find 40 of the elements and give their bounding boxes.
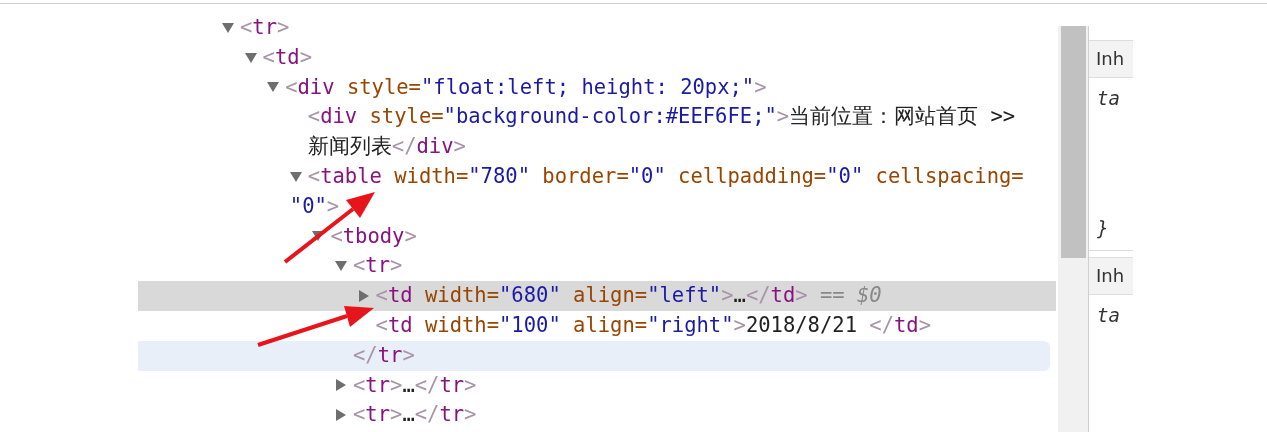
code-line: 新闻列表</div>: [307, 133, 467, 161]
tree-row[interactable]: <tr>…</tr>: [138, 400, 1056, 431]
tree-row[interactable]: <tbody>: [138, 221, 1056, 252]
section-header: Inh: [1089, 40, 1133, 78]
tree-row[interactable]: <td>: [138, 42, 1056, 73]
collapsed-triangle-icon[interactable]: [335, 379, 347, 392]
tree-row[interactable]: <td width="680" align="left">…</td> == $0: [138, 281, 1056, 311]
code-line: <table width="780" border="0" cellpadding="0" cellspacing=: [307, 163, 1024, 190]
style-selector: ta: [1096, 86, 1121, 111]
tree-row[interactable]: <div style="background-color:#EEF6FE;">当前位置：网站首页 >> 新闻列表</div>: [138, 102, 1056, 162]
expanded-triangle-icon[interactable]: [335, 260, 347, 273]
tree-row[interactable]: <tr>…</tr>: [138, 370, 1056, 401]
expanded-triangle-icon[interactable]: [244, 51, 257, 64]
tree-row[interactable]: <tr>: [138, 251, 1056, 282]
expanded-triangle-icon[interactable]: [267, 81, 280, 94]
style-brace: }: [1096, 216, 1110, 241]
code-line: <div style="background-color:#EEF6FE;">当前位置：网站首页 >>: [307, 103, 1016, 131]
style-selector: ta: [1096, 303, 1121, 328]
tree-row[interactable]: </tr>: [138, 340, 1050, 371]
section-header: Inh: [1089, 257, 1133, 295]
collapsed-triangle-icon[interactable]: [357, 290, 370, 303]
code-line: <td width="680" align="left">…</td> == $0: [375, 282, 882, 310]
code-line: <tr>…</tr>: [353, 401, 477, 429]
code-line: <tr>: [240, 14, 290, 41]
collapsed-triangle-icon[interactable]: [335, 409, 347, 422]
tree-row[interactable]: <table width="780" border="0" cellpadding="0" cellspacing= "0">: [138, 162, 1056, 222]
code-line: <tbody>: [330, 222, 417, 250]
code-line: <tr>…</tr>: [353, 371, 477, 399]
code-line: <td width="100" align="right">2018/8/21 </td>: [375, 311, 932, 339]
tree-row[interactable]: <div style="float:left; height: 20px;">: [138, 72, 1056, 103]
code-line: <td>: [262, 43, 312, 71]
scrollbar-thumb[interactable]: [1061, 26, 1086, 258]
code-line: "0">: [289, 192, 341, 220]
code-line: </tr>: [353, 341, 415, 369]
code-line: <div style="float:left; height: 20px;">: [285, 73, 767, 101]
expanded-triangle-icon[interactable]: [289, 170, 302, 183]
tree-row[interactable]: <tr>: [138, 13, 1056, 43]
expanded-triangle-icon[interactable]: [222, 21, 234, 34]
tree-row[interactable]: <td width="100" align="right">2018/8/21 </td>: [138, 310, 1056, 341]
code-line: <tr>: [353, 252, 403, 280]
